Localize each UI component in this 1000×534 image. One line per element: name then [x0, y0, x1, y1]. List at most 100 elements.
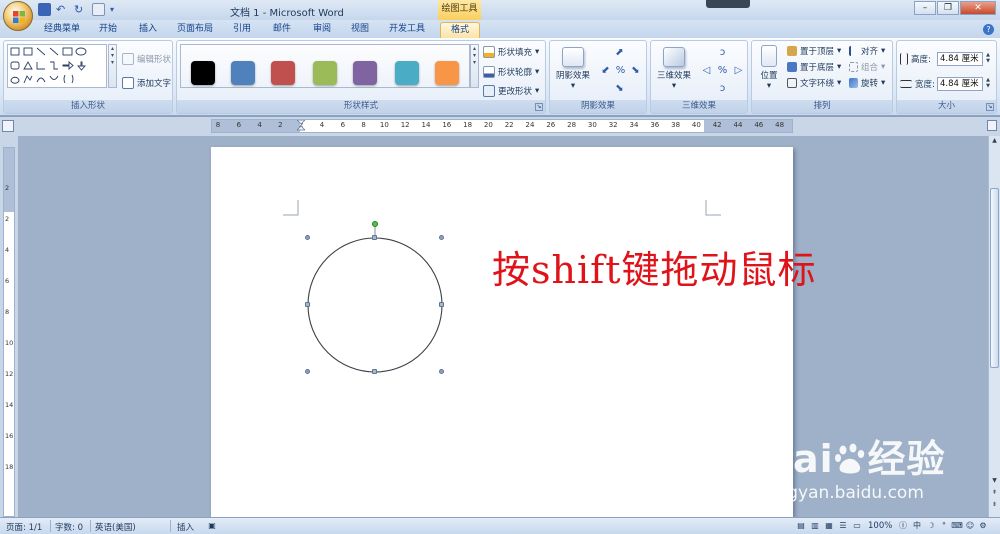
ime-user-icon[interactable]: ☺	[964, 520, 976, 532]
vertical-scrollbar[interactable]: ▲ ▼ ⇞ ⇟	[988, 136, 1000, 517]
minimize-button[interactable]: –	[914, 1, 936, 15]
style-swatch-red[interactable]	[271, 61, 295, 85]
tilt-down-icon[interactable]: ↄ	[717, 83, 728, 94]
previous-page-icon[interactable]: ⇞	[990, 489, 999, 499]
tab-references[interactable]: 引用	[226, 22, 258, 38]
resize-handle-left[interactable]	[305, 302, 310, 307]
scroll-down-icon[interactable]: ▼	[990, 477, 999, 487]
shape-fill-button[interactable]: 形状填充 ▾	[483, 46, 539, 58]
edit-shape-button[interactable]: 编辑形状	[122, 53, 171, 65]
undo-icon[interactable]: ↶	[56, 3, 69, 16]
soft-keyboard-icon[interactable]: ⌨	[951, 520, 963, 532]
draft-view-icon[interactable]: ▭	[851, 520, 863, 532]
tilt-up-icon[interactable]: ↄ	[717, 47, 728, 58]
tab-page-layout[interactable]: 页面布局	[172, 22, 218, 38]
width-spinner[interactable]: ▲ ▼	[984, 77, 992, 91]
help-icon[interactable]: ?	[983, 24, 994, 35]
resize-handle-top-right[interactable]	[439, 235, 444, 240]
style-gallery-scroll[interactable]: ▴ ▾ ▾	[470, 44, 479, 88]
resize-handle-bottom-right[interactable]	[439, 369, 444, 374]
align-button[interactable]: 对齐 ▾	[849, 45, 885, 57]
rotate-handle[interactable]	[372, 221, 378, 227]
maximize-button[interactable]: ❐	[937, 1, 959, 15]
punctuation-icon[interactable]: °	[938, 520, 950, 532]
group-button[interactable]: 组合 ▾	[849, 61, 885, 73]
nudge-shadow-down-icon[interactable]: ⬊	[614, 83, 625, 94]
print-preview-icon[interactable]	[92, 3, 105, 16]
resize-handle-bottom[interactable]	[372, 369, 377, 374]
tab-insert[interactable]: 插入	[132, 22, 164, 38]
customize-qat-icon[interactable]: ▾	[110, 3, 123, 16]
3d-effects-button[interactable]: 三维效果 ▾	[654, 47, 694, 91]
tab-classic-menu[interactable]: 经典菜单	[38, 22, 86, 38]
half-width-icon[interactable]: ☽	[925, 520, 937, 532]
full-screen-reading-icon[interactable]: ▥	[809, 520, 821, 532]
position-button[interactable]: 位置 ▾	[755, 45, 783, 91]
indent-marker-icon[interactable]	[297, 120, 305, 132]
word-count[interactable]: 字数: 0	[55, 521, 83, 533]
vertical-ruler[interactable]: 2 2 4 6 8 10 12 14 16 18	[3, 147, 15, 517]
ime-toolbar-icon[interactable]: Ⓘ	[897, 520, 909, 532]
office-button[interactable]	[3, 1, 33, 31]
nudge-shadow-up-icon[interactable]: ⬈	[614, 47, 625, 58]
tab-view[interactable]: 视图	[344, 22, 376, 38]
scroll-thumb[interactable]	[990, 188, 999, 368]
circle-shape[interactable]	[306, 236, 446, 376]
tab-review[interactable]: 审阅	[306, 22, 338, 38]
change-shape-button[interactable]: 更改形状 ▾	[483, 85, 539, 97]
style-swatch-black[interactable]	[191, 61, 215, 85]
shape-outline-button[interactable]: 形状轮廓 ▾	[483, 66, 539, 78]
resize-handle-top-left[interactable]	[305, 235, 310, 240]
web-layout-icon[interactable]: ▦	[823, 520, 835, 532]
view-ruler-icon[interactable]	[987, 120, 997, 131]
nudge-shadow-right-icon[interactable]: ⬊	[630, 65, 641, 76]
height-spinner[interactable]: ▲ ▼	[984, 52, 992, 66]
ime-language[interactable]: 中	[911, 520, 923, 532]
tilt-right-icon[interactable]: ▷	[733, 65, 744, 76]
tab-format[interactable]: 格式	[440, 22, 480, 38]
dialog-launcher-icon[interactable]: ↘	[986, 103, 994, 111]
macro-record-icon[interactable]: ▣	[206, 520, 218, 532]
outline-view-icon[interactable]: ☰	[837, 520, 849, 532]
resize-handle-top[interactable]	[372, 235, 377, 240]
close-button[interactable]: ✕	[960, 1, 996, 15]
page-count[interactable]: 页面: 1/1	[6, 521, 42, 533]
tab-mailings[interactable]: 邮件	[266, 22, 298, 38]
scroll-up-icon[interactable]: ▲	[990, 137, 999, 147]
tilt-left-icon[interactable]: ◁	[701, 65, 712, 76]
bring-to-front-button[interactable]: 置于顶层 ▾	[787, 45, 841, 57]
width-input[interactable]: 4.84 厘米	[937, 77, 983, 91]
style-swatch-blue[interactable]	[231, 61, 255, 85]
add-text-button[interactable]: 添加文字	[122, 77, 171, 89]
next-page-icon[interactable]: ⇟	[990, 501, 999, 511]
redo-icon[interactable]: ↻	[74, 3, 87, 16]
horizontal-ruler[interactable]: 8 6 4 2 2 4 6 8 10 12 14 16 18 20 22 24 26 28 30 32 34 36 38 40…	[211, 119, 793, 133]
language-indicator[interactable]: 英语(美国)	[95, 521, 136, 533]
save-icon[interactable]	[38, 3, 51, 16]
height-input[interactable]: 4.84 厘米	[937, 52, 983, 66]
style-swatch-green[interactable]	[313, 61, 337, 85]
style-swatch-purple[interactable]	[353, 61, 377, 85]
document-page[interactable]: 按shift键拖动鼠标	[211, 147, 815, 517]
print-layout-view-icon[interactable]: ▤	[795, 520, 807, 532]
shapes-more-button[interactable]: ▴ ▾ ▾	[108, 44, 117, 88]
insert-mode[interactable]: 插入	[177, 521, 194, 533]
shadow-effects-button[interactable]: 阴影效果 ▾	[553, 47, 593, 91]
style-swatch-aqua[interactable]	[395, 61, 419, 85]
ime-tools-icon[interactable]: ⚙	[977, 520, 989, 532]
style-swatch-orange[interactable]	[435, 61, 459, 85]
resize-handle-bottom-left[interactable]	[305, 369, 310, 374]
dialog-launcher-icon[interactable]: ↘	[535, 103, 543, 111]
rotate-button[interactable]: 旋转 ▾	[849, 77, 885, 89]
send-to-back-button[interactable]: 置于底层 ▾	[787, 61, 841, 73]
3d-toggle-icon[interactable]: %	[717, 65, 728, 76]
tab-selector-button[interactable]	[2, 120, 14, 132]
nudge-shadow-left-icon[interactable]: ⬋	[600, 65, 611, 76]
tab-home[interactable]: 开始	[92, 22, 124, 38]
text-wrapping-button[interactable]: 文字环绕 ▾	[787, 77, 841, 89]
tab-developer[interactable]: 开发工具	[384, 22, 430, 38]
resize-handle-right[interactable]	[439, 302, 444, 307]
shapes-gallery[interactable]	[7, 44, 107, 88]
zoom-level[interactable]: 100%	[868, 521, 892, 531]
shadow-toggle-icon[interactable]: %	[615, 65, 626, 76]
